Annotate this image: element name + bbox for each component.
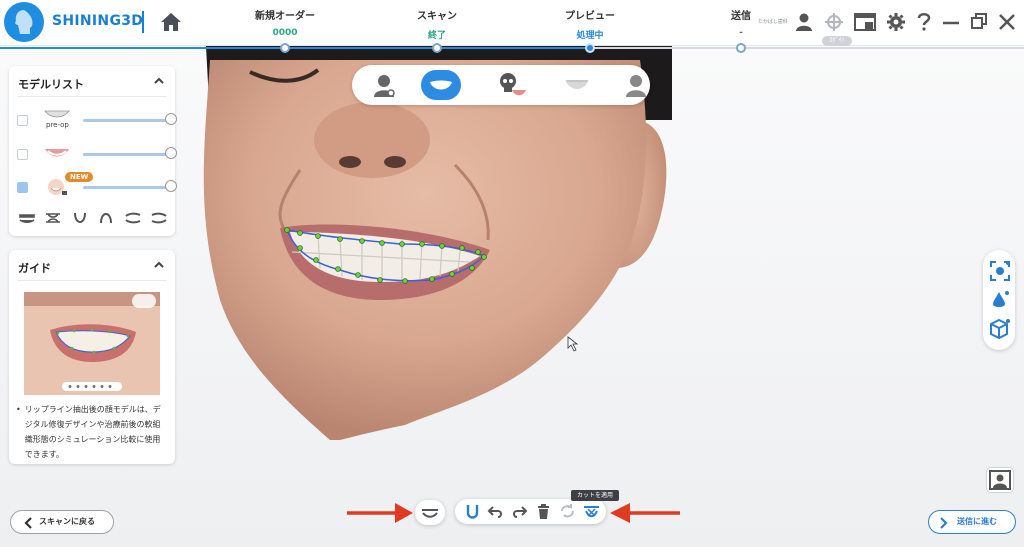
face-view-button[interactable] xyxy=(986,467,1014,493)
edit-toolbar xyxy=(455,499,606,524)
left-view-icon[interactable] xyxy=(124,212,141,224)
next-button-label: 送信に進む xyxy=(957,517,997,526)
guide-text: リップライン抽出後の顔モデルは、デジタル修復デザインや治療前後の軟組織形態のシミ… xyxy=(24,405,161,459)
opacity-slider-track[interactable] xyxy=(83,186,171,189)
step-dot-send[interactable] xyxy=(736,43,746,53)
guide-title: ガイド xyxy=(18,262,51,275)
new-badge: NEW xyxy=(65,172,94,182)
home-icon[interactable] xyxy=(160,11,182,33)
chevron-up-icon[interactable] xyxy=(153,75,165,87)
upper-arch-icon[interactable] xyxy=(98,212,114,224)
step-scan-title: スキャン xyxy=(417,11,457,22)
refresh-icon[interactable] xyxy=(559,503,576,520)
chevron-left-icon xyxy=(24,517,32,529)
bullet: • xyxy=(16,405,21,414)
mode-toolbar xyxy=(352,65,650,105)
right-toolbar xyxy=(983,250,1015,350)
restore-icon[interactable] xyxy=(970,12,988,32)
step-send-status: - xyxy=(739,28,743,38)
fit-view-icon[interactable] xyxy=(989,260,1011,282)
window-controls xyxy=(794,10,1016,34)
step-new-order-status: 0000 xyxy=(272,28,298,38)
cube-icon[interactable] xyxy=(989,318,1011,340)
view-buttons xyxy=(19,212,167,226)
brand-name: SHINING3D xyxy=(52,13,144,29)
model-label: pre-op xyxy=(46,121,69,129)
model-checkbox[interactable] xyxy=(17,182,28,193)
step-preview[interactable]: プレビュー 処理中 xyxy=(535,7,645,41)
model-checkbox[interactable] xyxy=(17,149,28,160)
model-row-jaw[interactable] xyxy=(17,145,177,163)
redo-icon[interactable] xyxy=(511,503,528,520)
texture-drop-icon[interactable] xyxy=(990,290,1010,310)
step-dot-scan[interactable] xyxy=(432,43,442,53)
minimize-icon[interactable] xyxy=(942,12,960,32)
opacity-slider-knob[interactable] xyxy=(165,147,177,159)
right-annotation-arrow xyxy=(610,503,680,523)
step-preview-status: 処理中 xyxy=(576,31,604,41)
step-new-order-title: 新規オーダー xyxy=(255,11,315,22)
step-dot-new-order[interactable] xyxy=(280,43,290,53)
step-scan-status: 終了 xyxy=(427,31,446,41)
model-row-face[interactable]: NEW xyxy=(17,172,177,196)
crosshair-icon[interactable] xyxy=(824,12,844,32)
step-new-order[interactable]: 新規オーダー 0000 xyxy=(230,7,340,38)
opacity-slider-knob[interactable] xyxy=(165,113,177,125)
lip-extract-button[interactable] xyxy=(415,500,445,525)
progress-fill xyxy=(0,47,590,49)
help-icon[interactable] xyxy=(916,12,932,32)
upper-jaw-icon[interactable] xyxy=(19,212,35,224)
model-row-preop[interactable]: pre-op xyxy=(17,110,177,129)
model-checkbox[interactable] xyxy=(17,115,28,126)
chevron-right-icon xyxy=(940,517,948,529)
guide-image xyxy=(24,292,160,395)
opacity-slider-track[interactable] xyxy=(83,153,171,156)
jaw-model-icon xyxy=(45,149,69,157)
step-scan[interactable]: スキャン 終了 xyxy=(382,7,492,41)
magnet-icon[interactable] xyxy=(464,503,481,520)
lip-icon xyxy=(430,80,452,90)
guide-description: • リップライン抽出後の顔モデルは、デジタル修復デザインや治療前後の軟組織形態の… xyxy=(16,402,166,462)
model-list-title: モデルリスト xyxy=(18,78,84,91)
divider xyxy=(17,96,167,97)
model-list-panel: モデルリスト pre-op NEW xyxy=(9,66,177,236)
apply-cut-icon[interactable] xyxy=(583,503,600,520)
face-frame-icon xyxy=(989,470,1011,490)
left-annotation-arrow xyxy=(347,503,413,523)
close-icon[interactable] xyxy=(998,12,1016,32)
trash-icon[interactable] xyxy=(535,503,552,520)
chevron-up-icon[interactable] xyxy=(153,259,165,271)
nose xyxy=(314,102,430,178)
divider xyxy=(17,280,167,281)
brand-divider xyxy=(142,11,144,33)
header-bar: SHINING3D 新規オーダー 0000 スキャン 終了 プレビュー 処理中 … xyxy=(0,0,1024,46)
screenshot-icon[interactable] xyxy=(854,12,876,32)
lower-arch-icon[interactable] xyxy=(72,212,88,224)
clinic-name: たかはし歯科 xyxy=(758,19,788,25)
back-button-label: スキャンに戻る xyxy=(39,517,95,526)
shining3d-logo xyxy=(4,2,44,42)
gear-icon[interactable] xyxy=(886,12,906,32)
mouth-icon xyxy=(422,509,438,518)
back-to-scan-button[interactable]: スキャンに戻る xyxy=(10,510,114,534)
right-view-icon[interactable] xyxy=(151,212,167,224)
lip-mode-button[interactable] xyxy=(421,70,461,100)
face-scan-icon[interactable] xyxy=(364,70,404,100)
opacity-slider-knob[interactable] xyxy=(165,180,177,192)
opacity-slider-track[interactable] xyxy=(83,119,171,122)
proceed-to-send-button[interactable]: 送信に進む xyxy=(928,510,1016,534)
skull-jaw-icon[interactable] xyxy=(490,70,530,100)
bite-icon[interactable] xyxy=(45,212,61,224)
step-preview-title: プレビュー xyxy=(565,11,615,22)
face-model-icon xyxy=(48,179,67,195)
teeth-icon[interactable] xyxy=(557,70,597,100)
app-window: SHINING3D 新規オーダー 0000 スキャン 終了 プレビュー 処理中 … xyxy=(0,0,1024,547)
user-icon[interactable] xyxy=(794,12,814,32)
login-pill[interactable]: ﾛｸﾞｲﾝ xyxy=(822,36,852,46)
face-profile-icon[interactable] xyxy=(616,70,656,100)
undo-icon[interactable] xyxy=(487,503,504,520)
step-dot-preview[interactable] xyxy=(585,43,595,53)
preop-jaw-icon xyxy=(44,110,70,118)
